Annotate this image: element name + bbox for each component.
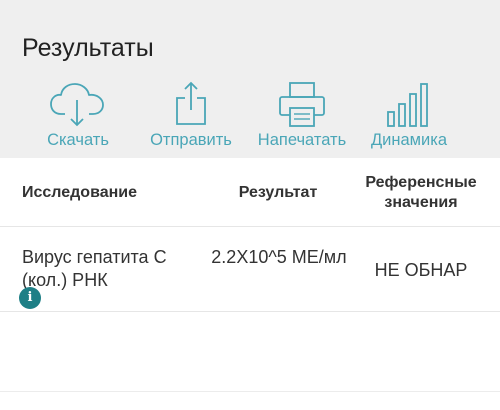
share-icon: [176, 81, 206, 125]
print-button[interactable]: Напечатать: [250, 80, 354, 155]
header-bar: Результаты Скачать Отправить Напечатать …: [0, 0, 500, 158]
dynamics-button[interactable]: Динамика: [363, 80, 455, 155]
download-label: Скачать: [47, 131, 109, 149]
print-label: Напечатать: [257, 131, 347, 149]
column-header-result: Результат: [238, 184, 318, 201]
printer-icon: [279, 82, 325, 127]
send-label: Отправить: [150, 131, 232, 149]
column-header-reference-line2: значения: [384, 194, 458, 211]
send-button[interactable]: Отправить: [143, 80, 239, 155]
bar-chart-icon: [387, 83, 428, 127]
download-button[interactable]: Скачать: [38, 80, 118, 155]
column-header-reference: Референсные значения: [346, 173, 496, 213]
column-header-reference-line1: Референсные: [365, 174, 477, 191]
action-toolbar: Скачать Отправить Напечатать Динамика: [0, 80, 500, 155]
divider: [0, 391, 500, 392]
cell-study: Вирус гепатита С (кол.) РНК: [22, 247, 167, 290]
cell-reference: НЕ ОБНАР: [374, 260, 468, 280]
cloud-download-icon: [50, 83, 104, 127]
column-header-study: Исследование: [22, 184, 137, 201]
page-title: Результаты: [22, 34, 154, 62]
table-row[interactable]: Вирус гепатита С (кол.) РНК 2.2X10^5 МЕ/…: [0, 227, 500, 312]
info-icon[interactable]: i: [19, 287, 41, 309]
cell-result: 2.2X10^5 МЕ/мл: [211, 247, 347, 267]
dynamics-label: Динамика: [371, 131, 447, 149]
table-header: Исследование Результат Референсные значе…: [0, 158, 500, 227]
